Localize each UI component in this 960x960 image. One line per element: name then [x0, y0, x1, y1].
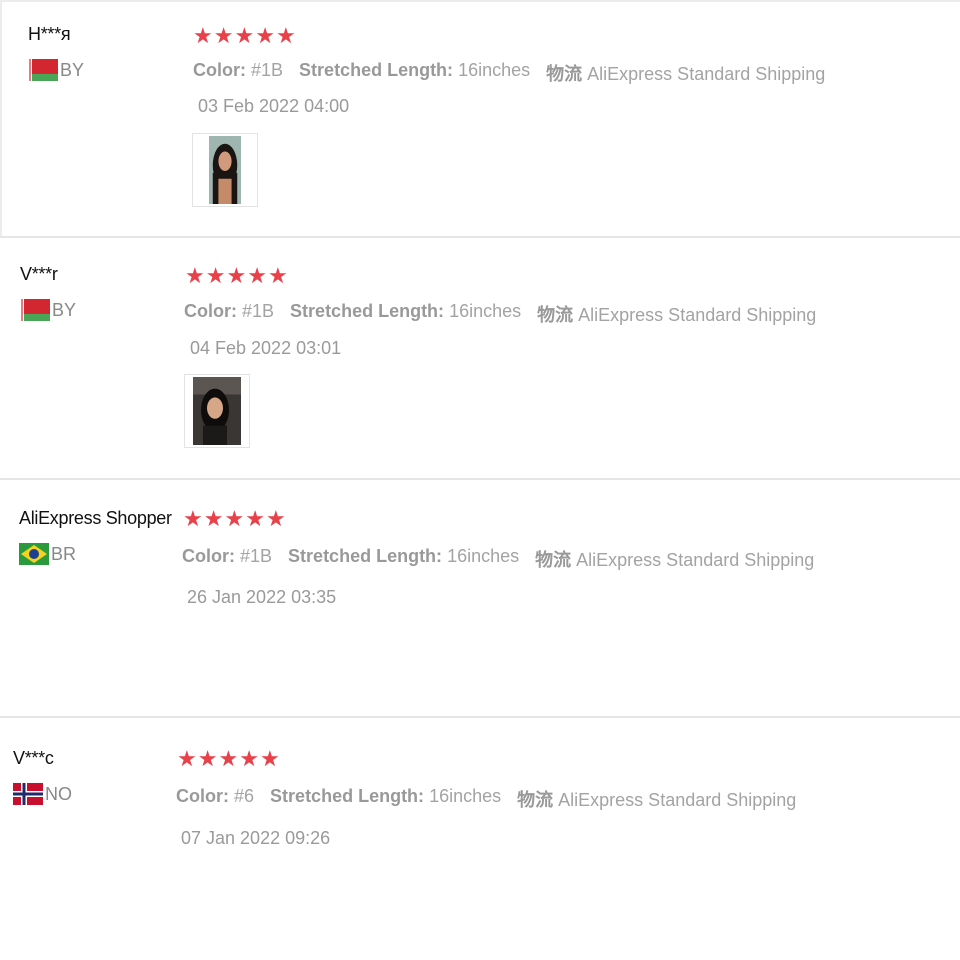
review-date: 04 Feb 2022 03:01 [190, 338, 342, 358]
star-icon: ★ [218, 746, 239, 771]
length-label: Stretched Length: [270, 786, 425, 806]
star-icon: ★ [185, 263, 205, 288]
norway-flag-icon [13, 783, 43, 805]
length-value: 16inches [447, 546, 520, 566]
star-icon: ★ [203, 506, 224, 531]
sku-info: Color: #1B Stretched Length: 16inches 物流… [193, 60, 825, 86]
country-code: NO [45, 783, 72, 804]
review-photo-image [193, 377, 241, 445]
review-divider [0, 478, 960, 480]
star-rating: ★ ★ ★ ★ ★ [193, 25, 296, 47]
shipping-label: 物流 [517, 790, 554, 810]
color-label: Color: [184, 301, 237, 321]
brazil-flag-icon [19, 543, 49, 565]
reviewer-country: BY [20, 299, 76, 321]
length-label: Stretched Length: [290, 301, 445, 321]
sku-info: Color: #1B Stretched Length: 16inches 物流… [182, 546, 814, 572]
star-icon: ★ [259, 746, 280, 771]
color-value: #6 [234, 786, 255, 806]
review-date: 07 Jan 2022 09:26 [181, 828, 331, 848]
star-icon: ★ [177, 746, 197, 771]
review-date: 26 Jan 2022 03:35 [187, 587, 337, 607]
shipping-value: AliExpress Standard Shipping [578, 305, 817, 325]
left-border [0, 0, 2, 236]
shipping-label: 物流 [546, 64, 583, 84]
review-divider [0, 716, 960, 718]
star-icon: ★ [193, 23, 213, 48]
color-value: #1B [240, 546, 273, 566]
belarus-flag-icon [28, 59, 58, 81]
star-icon: ★ [226, 263, 247, 288]
star-icon: ★ [205, 263, 226, 288]
shipping-value: AliExpress Standard Shipping [587, 64, 826, 84]
length-value: 16inches [458, 60, 531, 80]
belarus-flag-icon [20, 299, 50, 321]
shipping-value: AliExpress Standard Shipping [558, 790, 797, 810]
star-icon: ★ [255, 23, 275, 48]
star-icon: ★ [234, 23, 255, 48]
review-date: 03 Feb 2022 04:00 [198, 96, 350, 116]
length-value: 16inches [429, 786, 502, 806]
reviewer-info: V***r BY [20, 264, 76, 321]
length-label: Stretched Length: [288, 546, 443, 566]
color-label: Color: [176, 786, 229, 806]
star-icon: ★ [245, 506, 265, 531]
star-icon: ★ [275, 23, 296, 48]
country-code: BY [52, 299, 77, 320]
color-label: Color: [182, 546, 235, 566]
reviewer-name: H***я [28, 24, 71, 44]
star-icon: ★ [224, 506, 245, 531]
color-value: #1B [242, 301, 275, 321]
star-icon: ★ [183, 506, 203, 531]
country-code: BR [51, 543, 77, 564]
length-value: 16inches [449, 301, 522, 321]
color-label: Color: [193, 60, 246, 80]
shipping-label: 物流 [537, 305, 574, 325]
shipping-value: AliExpress Standard Shipping [576, 550, 815, 570]
shipping-label: 物流 [535, 550, 572, 570]
reviewer-name: V***r [20, 264, 58, 284]
reviewer-country: BY [28, 59, 84, 81]
reviewer-info: AliExpress Shopper BR [19, 508, 172, 565]
reviewer-info: V***c NO [13, 748, 72, 805]
star-icon: ★ [267, 263, 288, 288]
star-icon: ★ [239, 746, 259, 771]
star-rating: ★ ★ ★ ★ ★ [183, 508, 286, 530]
reviewer-name: AliExpress Shopper [19, 508, 172, 528]
reviewer-country: NO [13, 783, 72, 805]
review-photo-thumbnail[interactable] [192, 133, 258, 207]
reviewer-info: H***я BY [28, 24, 84, 81]
star-icon: ★ [247, 263, 267, 288]
star-icon: ★ [213, 23, 234, 48]
length-label: Stretched Length: [299, 60, 454, 80]
sku-info: Color: #1B Stretched Length: 16inches 物流… [184, 301, 816, 327]
top-border [0, 0, 960, 2]
star-icon: ★ [197, 746, 218, 771]
color-value: #1B [251, 60, 284, 80]
star-rating: ★ ★ ★ ★ ★ [185, 265, 288, 287]
review-photo-thumbnail[interactable] [184, 374, 250, 448]
country-code: BY [60, 59, 85, 80]
star-icon: ★ [265, 506, 286, 531]
reviewer-country: BR [19, 543, 172, 565]
star-rating: ★ ★ ★ ★ ★ [177, 748, 280, 770]
review-photo-image [209, 136, 241, 204]
reviewer-name: V***c [13, 748, 54, 768]
review-divider [0, 236, 960, 238]
sku-info: Color: #6 Stretched Length: 16inches 物流 … [176, 786, 796, 812]
